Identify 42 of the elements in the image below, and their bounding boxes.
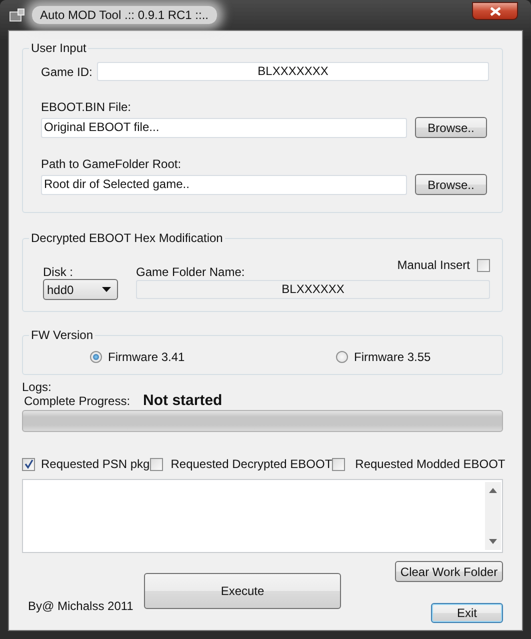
- game-folder-field[interactable]: Root dir of Selected game..: [41, 174, 407, 194]
- scroll-down-icon: [489, 539, 497, 544]
- disk-dropdown[interactable]: hdd0: [43, 279, 118, 300]
- field-label: Disk :: [43, 265, 74, 279]
- credit-text: By@ Michalss 2011: [28, 598, 134, 615]
- manual-insert-checkbox[interactable]: [477, 258, 490, 272]
- game-folder-name-field: BLXXXXXX: [136, 280, 490, 299]
- field-label: EBOOT.BIN File:: [41, 100, 132, 114]
- window-title: Auto MOD Tool .:: 0.9.1 RC1 ::..: [32, 6, 217, 24]
- radio-label: Firmware 3.55: [354, 350, 431, 364]
- checkbox[interactable]: [22, 458, 35, 470]
- radio-label: Firmware 3.41: [108, 350, 185, 364]
- radio-button[interactable]: [90, 351, 102, 363]
- eboot-file-field[interactable]: Original EBOOT file...: [41, 118, 407, 138]
- browse-button[interactable]: Browse..: [415, 174, 487, 195]
- field-label: Game ID:: [41, 64, 94, 78]
- group-title: User Input: [29, 41, 88, 55]
- progress-label: Complete Progress:: [24, 394, 130, 408]
- exit-button[interactable]: Exit: [431, 603, 503, 623]
- checkbox[interactable]: [150, 458, 163, 470]
- group-title: FW Version: [29, 328, 96, 342]
- checkbox[interactable]: [332, 458, 346, 470]
- close-icon: [490, 6, 500, 16]
- dropdown-arrow-icon: [102, 287, 111, 292]
- app-icon: [9, 8, 25, 22]
- logs-label: Logs:: [22, 380, 52, 394]
- browse-button[interactable]: Browse..: [415, 117, 487, 138]
- checkbox-label: Requested Decrypted EBOOT: [170, 457, 332, 471]
- check-icon: [24, 459, 34, 469]
- progress-status: Not started: [143, 394, 222, 408]
- checkbox-label: Requested Modded EBOOT: [355, 457, 506, 471]
- checkbox-label: Manual Insert: [397, 258, 470, 272]
- group-title: Decrypted EBOOT Hex Modification: [29, 231, 225, 245]
- field-label: Path to GameFolder Root:: [41, 157, 182, 171]
- radio-button[interactable]: [336, 351, 348, 363]
- checkbox-label: Requested PSN pkg: [41, 457, 150, 471]
- execute-button[interactable]: Execute: [144, 573, 341, 609]
- scroll-up-icon: [489, 488, 497, 493]
- clear-work-folder-button[interactable]: Clear Work Folder: [395, 561, 503, 582]
- game-id-field[interactable]: BLXXXXXXX: [97, 62, 489, 81]
- scrollbar[interactable]: [485, 482, 501, 550]
- close-button[interactable]: [472, 2, 518, 20]
